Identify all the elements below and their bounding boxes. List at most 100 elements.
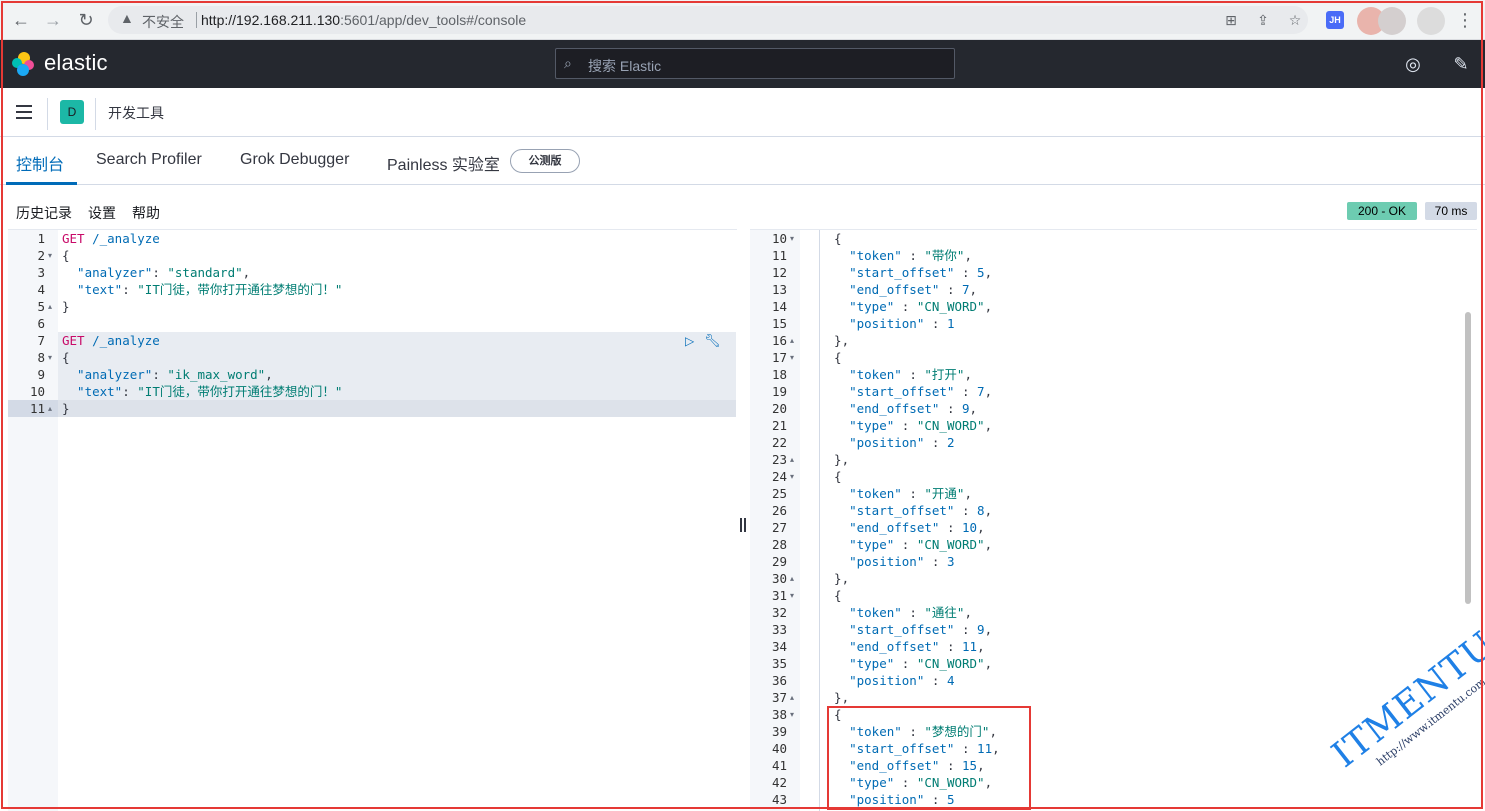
json-key: "position" (819, 435, 925, 450)
settings-link[interactable]: 设置 (88, 203, 116, 223)
help-link[interactable]: 帮助 (132, 203, 160, 223)
reload-icon[interactable]: ↻ (75, 9, 97, 31)
address-bar[interactable]: ▲ 不安全 http://192.168.211.130:5601/app/de… (108, 6, 1308, 34)
pane-resizer[interactable] (739, 518, 747, 534)
request-path: /_analyze (84, 333, 160, 348)
json-separator: : (894, 418, 917, 433)
tab-painless-lab[interactable]: Painless 实验室 (387, 151, 500, 175)
response-scrollbar[interactable] (1465, 312, 1471, 604)
fold-toggle-icon[interactable]: ▾ (790, 468, 794, 485)
request-code-line[interactable]: } (62, 400, 70, 417)
elastic-logo-icon[interactable] (12, 52, 36, 76)
help-icon[interactable]: ◎ (1402, 53, 1424, 75)
json-number: 11 (977, 741, 993, 756)
fold-toggle-icon[interactable]: ▴ (48, 400, 52, 417)
response-code-line: "position" : 3 (819, 553, 954, 570)
request-code-line[interactable]: "analyzer": "ik_max_word", (62, 366, 273, 383)
response-code-line: "token" : "梦想的门", (819, 723, 997, 740)
brand-name[interactable]: elastic (44, 50, 108, 76)
response-code-line: "start_offset" : 8, (819, 502, 992, 519)
dev-tools-tabs: 控制台 Search Profiler Grok Debugger Painle… (0, 138, 1485, 185)
request-code-line[interactable]: } (62, 298, 70, 315)
json-punctuation: , (977, 639, 985, 654)
json-separator: : (901, 367, 925, 382)
fold-toggle-icon[interactable]: ▴ (790, 332, 794, 349)
json-key: "type" (819, 656, 895, 671)
fold-toggle-icon[interactable]: ▴ (790, 689, 794, 706)
response-code-line: "token" : "带你", (819, 247, 972, 264)
line-number: 10 (29, 384, 45, 399)
request-code-line[interactable]: "text": "IT门徒，带你打开通往梦想的门！" (62, 383, 342, 400)
json-separator: : (924, 554, 947, 569)
fold-toggle-icon[interactable]: ▾ (790, 706, 794, 723)
json-number: 3 (946, 554, 955, 569)
line-number: 18 (771, 367, 787, 382)
request-editor[interactable] (8, 229, 737, 811)
request-code-line[interactable]: { (62, 247, 70, 264)
line-number: 9 (37, 367, 45, 382)
request-code-line[interactable]: GET /_analyze (62, 230, 160, 247)
line-number: 30 (771, 571, 787, 586)
json-number: 1 (946, 316, 955, 331)
json-key: "token" (819, 724, 902, 739)
request-code-line[interactable]: "text": "IT门徒，带你打开通往梦想的门！" (62, 281, 342, 298)
json-separator: : (924, 316, 947, 331)
profile-avatar-secondary[interactable] (1378, 7, 1406, 35)
space-avatar[interactable]: D (60, 100, 84, 124)
forward-arrow-icon[interactable]: → (42, 9, 64, 31)
translate-icon[interactable]: ⊞ (1221, 10, 1241, 30)
line-number: 7 (37, 333, 45, 348)
tab-search-profiler[interactable]: Search Profiler (96, 151, 202, 169)
fold-toggle-icon[interactable]: ▴ (48, 298, 52, 315)
fold-toggle-icon[interactable]: ▾ (790, 587, 794, 604)
line-number: 39 (771, 724, 787, 739)
fold-toggle-icon[interactable]: ▴ (790, 570, 794, 587)
back-arrow-icon[interactable]: ← (10, 9, 32, 31)
fold-toggle-icon[interactable]: ▾ (48, 349, 52, 366)
line-number: 1 (37, 231, 45, 246)
json-punctuation: } (62, 401, 70, 416)
response-code-line: "type" : "CN_WORD", (819, 655, 992, 672)
json-punctuation: , (977, 758, 985, 773)
json-separator: : (939, 758, 962, 773)
wrench-icon[interactable]: 🔧︎ (704, 333, 721, 349)
json-separator: : (894, 537, 917, 552)
newsfeed-icon[interactable]: ✎ (1450, 53, 1472, 75)
response-code-line: { (819, 230, 842, 247)
line-number: 4 (37, 282, 45, 297)
request-code-line[interactable]: "analyzer": "standard", (62, 264, 250, 281)
line-number: 31 (771, 588, 787, 603)
menu-toggle-icon[interactable] (16, 105, 32, 119)
line-number: 43 (771, 792, 787, 807)
json-punctuation: , (969, 282, 978, 297)
response-code-line: "start_offset" : 11, (819, 740, 1000, 757)
line-number: 11 (29, 401, 45, 416)
browser-menu-icon[interactable]: ⋮ (1456, 8, 1474, 32)
share-icon[interactable]: ⇪ (1253, 10, 1273, 30)
fold-toggle-icon[interactable]: ▴ (790, 451, 794, 468)
request-code-line[interactable]: { (62, 349, 70, 366)
json-key: "end_offset" (819, 401, 940, 416)
fold-toggle-icon[interactable]: ▾ (48, 247, 52, 264)
insecure-label: 不安全 (142, 14, 184, 30)
json-key: "type" (819, 418, 895, 433)
line-number: 28 (771, 537, 787, 552)
history-link[interactable]: 历史记录 (16, 203, 72, 223)
tab-grok-debugger[interactable]: Grok Debugger (240, 151, 349, 169)
url-text[interactable]: http://192.168.211.130:5601/app/dev_tool… (201, 12, 526, 28)
extension-badge[interactable]: JH (1326, 11, 1344, 29)
json-key: "token" (819, 605, 902, 620)
bookmark-star-icon[interactable]: ☆ (1285, 10, 1305, 30)
fold-toggle-icon[interactable]: ▾ (790, 349, 794, 366)
tab-console[interactable]: 控制台 (16, 151, 64, 175)
json-number: 5 (977, 265, 985, 280)
account-avatar[interactable] (1417, 7, 1445, 35)
json-value: "通往" (924, 605, 965, 620)
global-search-input[interactable]: ⌕ 搜索 Elastic (555, 48, 955, 79)
fold-toggle-icon[interactable]: ▾ (790, 230, 794, 247)
response-code-line: "position" : 5 (819, 791, 954, 808)
json-value: "IT门徒，带你打开通往梦想的门！" (137, 384, 343, 399)
send-request-icon[interactable]: ▷ (685, 334, 697, 348)
request-code-line[interactable]: GET /_analyze (62, 332, 160, 349)
response-code-line: }, (819, 689, 849, 706)
